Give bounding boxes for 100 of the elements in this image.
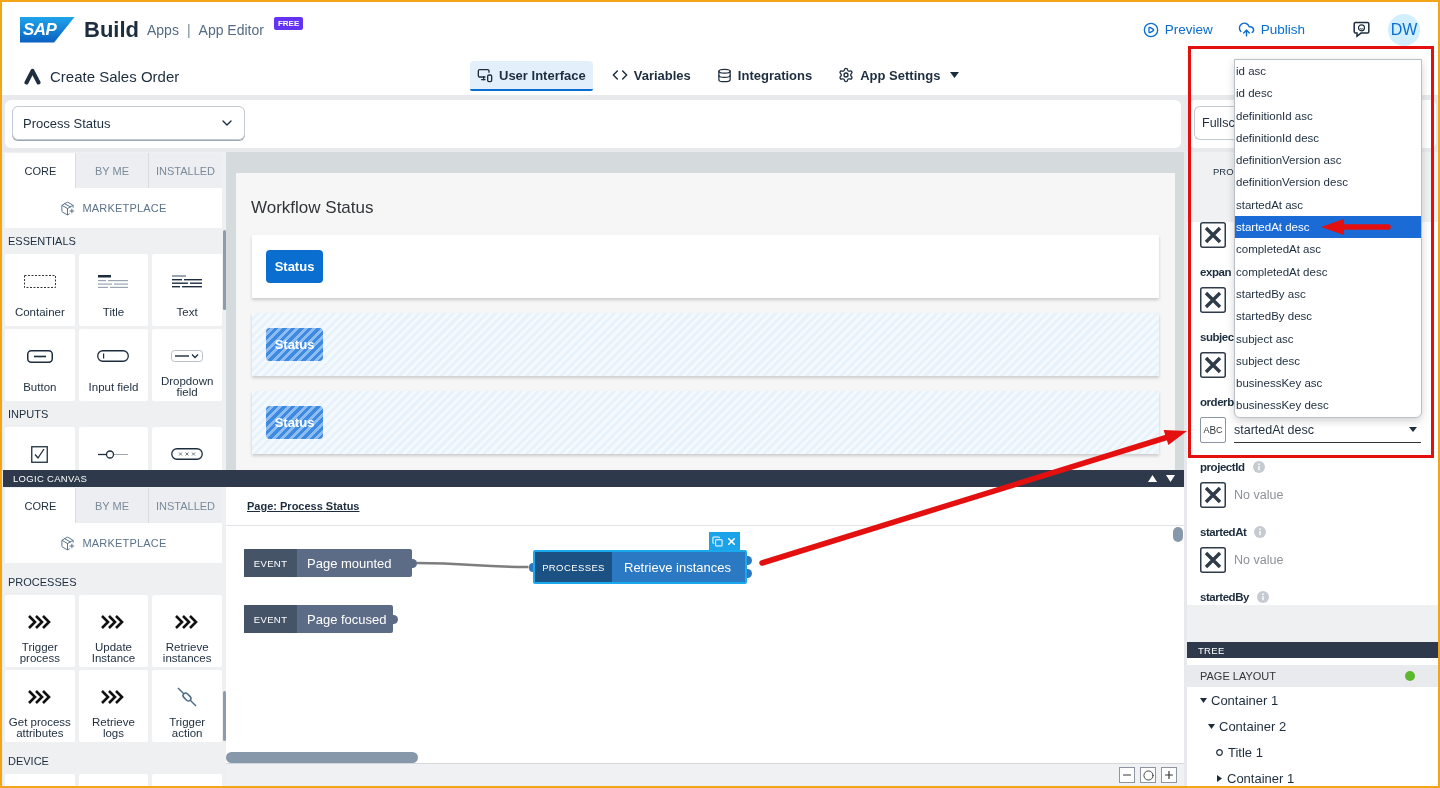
tree-header: PAGE LAYOUT <box>1200 670 1276 682</box>
status-button[interactable]: Status <box>266 250 323 283</box>
dropdown-option[interactable]: definitionVersion asc <box>1235 149 1421 172</box>
nav-tab[interactable]: User Interface <box>470 61 593 91</box>
triple-chevron-icon <box>26 688 53 706</box>
breadcrumb-separator: | <box>186 21 191 38</box>
dropdown-option[interactable]: subject asc <box>1235 327 1421 350</box>
tree-item[interactable]: Container 2 <box>1187 713 1438 739</box>
dropdown-option[interactable]: subject desc <box>1235 349 1421 373</box>
dropdown-option[interactable]: completedAt desc <box>1235 260 1421 283</box>
triangle-up-icon[interactable] <box>1148 475 1157 482</box>
dropdown-option[interactable]: definitionVersion desc <box>1235 171 1421 194</box>
port-icon[interactable] <box>393 614 398 624</box>
page-dropdown[interactable]: Process Status <box>12 106 245 140</box>
component-tile[interactable]: Retrieve instances <box>152 595 222 667</box>
caret-down-icon[interactable] <box>1208 723 1215 729</box>
logic-node[interactable]: EVENT Page mounted <box>244 549 412 577</box>
app-logo-icon <box>24 67 41 85</box>
dropdown-option[interactable]: startedBy asc <box>1235 282 1421 306</box>
close-icon[interactable] <box>725 535 737 547</box>
card-title: Workflow Status <box>251 197 375 219</box>
cross-box-icon[interactable] <box>1200 222 1226 248</box>
component-tile[interactable]: Trigger process <box>5 595 75 667</box>
nav-tab[interactable]: Variables <box>604 61 698 91</box>
logic-node[interactable]: PROCESSES Retrieve instances <box>533 550 747 584</box>
tree-item[interactable]: Container 1 <box>1187 687 1438 713</box>
zoom-in-button[interactable] <box>1161 767 1177 783</box>
chat-bubble-icon[interactable] <box>1353 21 1370 38</box>
dropdown-option[interactable]: startedAt asc <box>1235 193 1421 217</box>
nav-tab[interactable]: App Settings <box>831 61 967 91</box>
marketplace-button[interactable]: MARKETPLACE <box>5 188 222 228</box>
cross-box-icon[interactable] <box>1200 547 1226 573</box>
component-tile[interactable]: Retrieve logs <box>78 670 149 742</box>
dropdown-option[interactable]: definitionId desc <box>1235 126 1421 150</box>
cross-box-icon[interactable] <box>1200 287 1226 313</box>
port-icon[interactable] <box>528 562 533 572</box>
dropdown-option[interactable]: id asc <box>1235 60 1421 83</box>
breadcrumb-text[interactable]: Apps <box>147 21 179 38</box>
caret-down-icon[interactable] <box>1200 697 1207 703</box>
triple-chevron-icon <box>26 613 53 631</box>
page-link[interactable]: Page: Process Status <box>247 500 360 512</box>
input-shape-icon <box>97 350 130 362</box>
view-dropdown[interactable]: Fullsc <box>1194 106 1234 140</box>
status-button[interactable]: Status <box>266 328 323 361</box>
panel-tab[interactable]: PRO <box>1187 152 1234 190</box>
dropdown-option[interactable]: definitionId asc <box>1235 104 1421 127</box>
scrollbar-thumb[interactable] <box>1173 527 1183 542</box>
dropdown-option[interactable]: id desc <box>1235 82 1421 105</box>
cross-box-icon[interactable] <box>1200 482 1226 508</box>
preview-button[interactable]: Preview <box>1142 21 1213 38</box>
publish-button[interactable]: Publish <box>1237 21 1305 38</box>
component-tile[interactable]: Container <box>5 254 75 326</box>
component-tile[interactable]: Dropdown field <box>152 329 222 401</box>
text-lines-icon <box>172 274 203 288</box>
nav-tab[interactable]: Integrations <box>709 61 820 91</box>
package-plus-icon <box>60 535 76 551</box>
monitor-phone-icon <box>477 67 493 83</box>
property-label: expan <box>1200 266 1231 278</box>
product-name: Build <box>84 16 139 43</box>
copy-icon[interactable] <box>712 535 724 547</box>
project-name: Create Sales Order <box>50 67 180 85</box>
database-icon <box>716 67 732 83</box>
dashed-rectangle-icon <box>23 274 56 288</box>
reset-zoom-button[interactable] <box>1140 767 1156 783</box>
scrollbar-thumb[interactable] <box>223 230 226 310</box>
zoom-out-button[interactable] <box>1119 767 1135 783</box>
sap-logo[interactable]: SAP <box>20 16 75 43</box>
scrollbar-thumb[interactable] <box>226 752 418 763</box>
status-button[interactable]: Status <box>266 406 323 439</box>
token-field-icon <box>171 448 204 460</box>
logic-node[interactable]: EVENT Page focused <box>244 605 393 633</box>
tree-item[interactable]: Title 1 <box>1187 739 1438 765</box>
section-title: DEVICE <box>7 754 50 769</box>
dropdown-option[interactable]: startedBy desc <box>1235 305 1421 328</box>
caret-right-icon[interactable] <box>1216 774 1223 782</box>
play-circle-icon <box>1142 21 1159 38</box>
component-tile[interactable]: Trigger action <box>152 670 222 742</box>
dropdown-option[interactable]: completedAt asc <box>1235 238 1421 261</box>
plus-icon <box>1163 769 1175 781</box>
component-tile[interactable]: Get process attributes <box>5 670 75 742</box>
user-avatar[interactable]: DW <box>1388 13 1420 46</box>
dropdown-option[interactable]: businessKey asc <box>1235 372 1421 395</box>
component-tile[interactable]: Button <box>5 329 75 401</box>
triangle-down-icon[interactable] <box>1166 475 1175 482</box>
cross-box-icon[interactable] <box>1200 352 1226 378</box>
tree-item[interactable]: Container 1 <box>1187 765 1438 786</box>
component-tile[interactable]: Update Instance <box>78 595 149 667</box>
property-label: orderb <box>1200 396 1234 408</box>
marketplace-button[interactable]: MARKETPLACE <box>5 523 222 563</box>
palette-tab[interactable]: CORE <box>5 488 75 523</box>
scrollbar-thumb[interactable] <box>223 691 226 741</box>
dropdown-option[interactable]: businessKey desc <box>1235 394 1421 417</box>
component-tile[interactable]: Text <box>152 254 222 326</box>
node-type-label: PROCESSES <box>535 552 612 582</box>
palette-tab[interactable]: CORE <box>5 153 75 188</box>
component-tile[interactable]: Title <box>78 254 149 326</box>
component-tile[interactable]: Input field <box>78 329 149 401</box>
circle-icon <box>1142 769 1154 781</box>
port-icon[interactable] <box>412 558 417 568</box>
heading-lines-icon <box>98 274 129 288</box>
